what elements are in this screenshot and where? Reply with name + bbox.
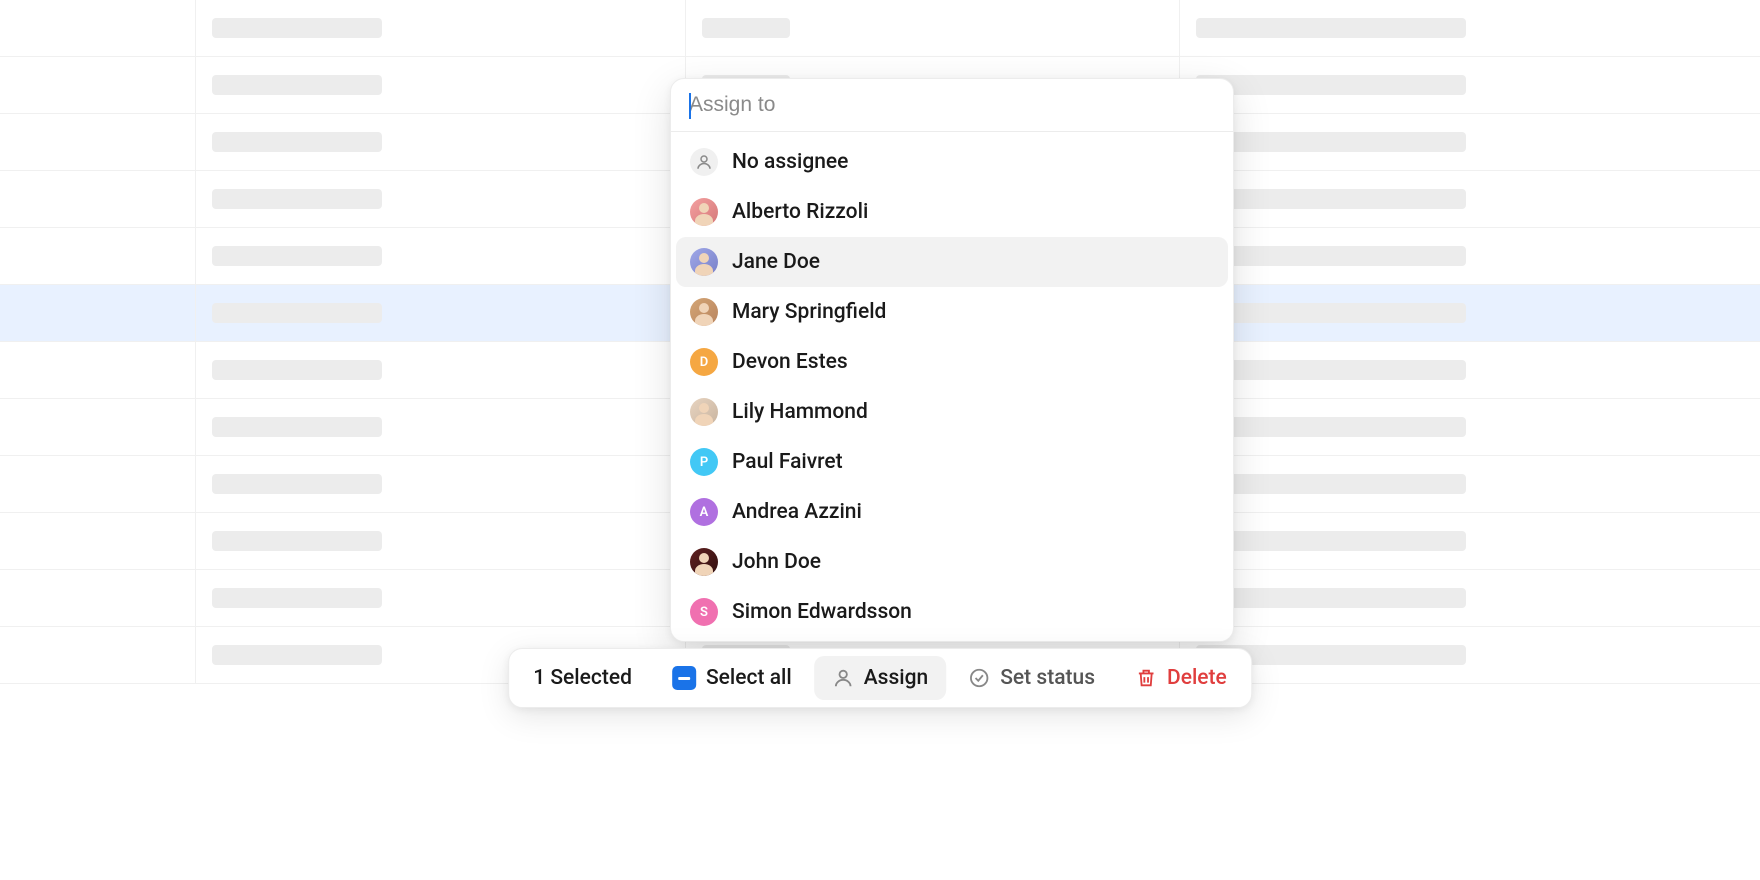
placeholder xyxy=(212,360,382,380)
placeholder xyxy=(212,246,382,266)
placeholder xyxy=(212,189,382,209)
avatar-photo xyxy=(690,198,718,226)
assignee-label: Paul Faivret xyxy=(732,450,843,474)
assignee-option[interactable]: No assignee xyxy=(676,137,1228,187)
placeholder xyxy=(212,588,382,608)
assignee-option[interactable]: Alberto Rizzoli xyxy=(676,187,1228,237)
dropdown-list: No assignee Alberto Rizzoli Jane Doe Mary S… xyxy=(671,132,1233,641)
avatar-initial-letter: A xyxy=(700,505,709,520)
placeholder xyxy=(212,474,382,494)
assign-search-input[interactable] xyxy=(689,93,1215,117)
avatar-initial: P xyxy=(690,448,718,476)
avatar-photo xyxy=(690,248,718,276)
assignee-label: Jane Doe xyxy=(732,250,820,274)
avatar-initial: D xyxy=(690,348,718,376)
table-row[interactable] xyxy=(0,0,1760,57)
dropdown-search-container xyxy=(671,79,1233,132)
placeholder xyxy=(1196,75,1466,95)
assignee-label: No assignee xyxy=(732,150,848,174)
placeholder xyxy=(1196,246,1466,266)
text-cursor xyxy=(689,93,691,119)
avatar-initial: A xyxy=(690,498,718,526)
check-circle-icon xyxy=(968,667,990,689)
no-assignee-icon xyxy=(690,148,718,176)
placeholder xyxy=(212,132,382,152)
avatar-photo xyxy=(690,548,718,576)
placeholder xyxy=(1196,531,1466,551)
assignee-label: Lily Hammond xyxy=(732,400,868,424)
assignee-option[interactable]: Lily Hammond xyxy=(676,387,1228,437)
assignee-label: John Doe xyxy=(732,550,821,574)
placeholder xyxy=(212,531,382,551)
placeholder xyxy=(1196,189,1466,209)
select-all-label: Select all xyxy=(706,666,792,690)
assignee-label: Simon Edwardsson xyxy=(732,600,912,624)
select-all-button[interactable]: Select all xyxy=(654,656,810,700)
placeholder xyxy=(1196,18,1466,38)
trash-icon xyxy=(1135,667,1157,689)
placeholder xyxy=(1196,360,1466,380)
set-status-button[interactable]: Set status xyxy=(950,656,1113,700)
assignee-option[interactable]: Mary Springfield xyxy=(676,287,1228,337)
assignee-option[interactable]: P Paul Faivret xyxy=(676,437,1228,487)
assignee-label: Mary Springfield xyxy=(732,300,886,324)
user-icon xyxy=(832,667,854,689)
placeholder xyxy=(212,417,382,437)
avatar-initial-letter: P xyxy=(700,455,708,470)
placeholder xyxy=(212,18,382,38)
placeholder xyxy=(1196,303,1466,323)
assignee-option[interactable]: A Andrea Azzini xyxy=(676,487,1228,537)
placeholder xyxy=(212,303,382,323)
delete-button[interactable]: Delete xyxy=(1117,656,1245,700)
assignee-label: Alberto Rizzoli xyxy=(732,200,868,224)
assign-dropdown: No assignee Alberto Rizzoli Jane Doe Mary S… xyxy=(670,78,1234,642)
bulk-action-toolbar: 1 Selected Select all Assign Set status xyxy=(508,648,1252,708)
avatar-photo xyxy=(690,298,718,326)
assignee-option[interactable]: D Devon Estes xyxy=(676,337,1228,387)
avatar-initial-letter: D xyxy=(700,355,708,370)
assign-label: Assign xyxy=(864,666,929,690)
assign-button[interactable]: Assign xyxy=(814,656,947,700)
assignee-label: Andrea Azzini xyxy=(732,500,862,524)
delete-label: Delete xyxy=(1167,666,1227,690)
placeholder xyxy=(1196,474,1466,494)
placeholder xyxy=(1196,588,1466,608)
select-all-icon xyxy=(672,666,696,690)
assignee-option[interactable]: John Doe xyxy=(676,537,1228,587)
placeholder xyxy=(702,18,790,38)
selected-count: 1 Selected xyxy=(515,656,650,700)
placeholder xyxy=(212,645,382,665)
avatar-photo xyxy=(690,398,718,426)
avatar-initial: S xyxy=(690,598,718,626)
avatar-initial-letter: S xyxy=(700,605,708,620)
set-status-label: Set status xyxy=(1000,666,1095,690)
assignee-option[interactable]: Jane Doe xyxy=(676,237,1228,287)
placeholder xyxy=(1196,417,1466,437)
placeholder xyxy=(1196,132,1466,152)
assignee-label: Devon Estes xyxy=(732,350,848,374)
assignee-option[interactable]: S Simon Edwardsson xyxy=(676,587,1228,637)
placeholder xyxy=(212,75,382,95)
